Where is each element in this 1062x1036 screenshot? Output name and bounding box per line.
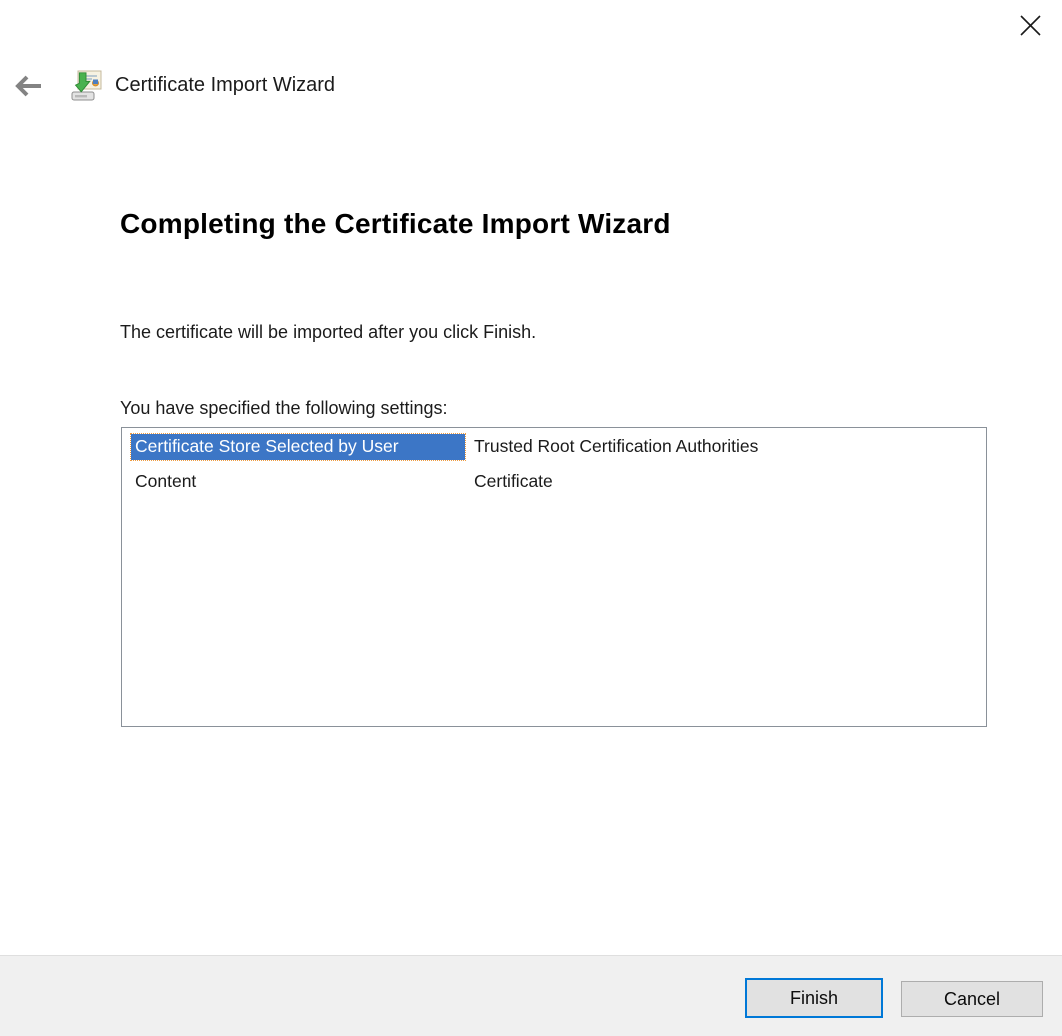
- setting-name[interactable]: Content: [131, 469, 465, 495]
- wizard-title: Certificate Import Wizard: [115, 74, 336, 96]
- settings-label: You have specified the following setting…: [120, 398, 448, 418]
- cancel-button[interactable]: Cancel: [901, 981, 1043, 1017]
- settings-row-certificate-store[interactable]: Certificate Store Selected by User Trust…: [122, 433, 986, 469]
- page-heading: Completing the Certificate Import Wizard: [120, 208, 671, 239]
- setting-value: Trusted Root Certification Authorities: [474, 436, 759, 456]
- finish-button[interactable]: Finish: [745, 978, 883, 1018]
- setting-name[interactable]: Certificate Store Selected by User: [130, 433, 466, 461]
- finish-description: The certificate will be imported after y…: [120, 322, 537, 342]
- certificate-import-icon: [70, 69, 104, 103]
- back-arrow-icon: [14, 74, 44, 98]
- setting-value: Certificate: [474, 471, 553, 491]
- wizard-header: Certificate Import Wizard: [0, 66, 1062, 106]
- back-button[interactable]: [8, 66, 50, 106]
- settings-row-content[interactable]: Content Certificate: [122, 469, 986, 504]
- close-icon: [1019, 14, 1042, 37]
- settings-list[interactable]: Certificate Store Selected by User Trust…: [121, 427, 987, 727]
- footer-bar: Finish Cancel: [0, 955, 1062, 1036]
- certificate-import-wizard-window: Certificate Import Wizard Completing the…: [0, 0, 1062, 1036]
- close-button[interactable]: [1010, 8, 1050, 42]
